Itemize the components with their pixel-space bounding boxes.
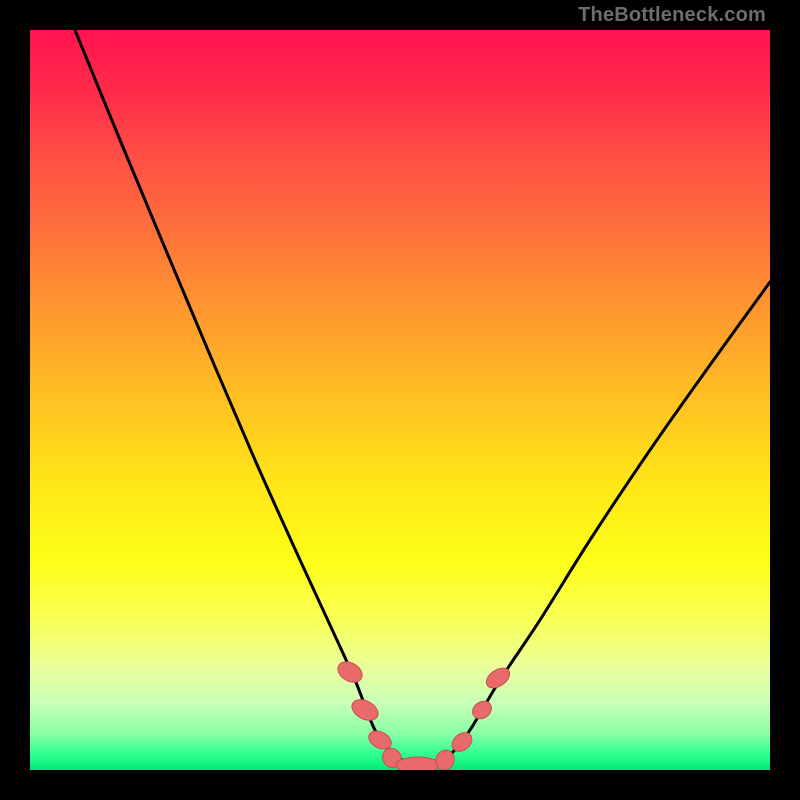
chart-frame: TheBottleneck.com <box>0 0 800 800</box>
watermark-text: TheBottleneck.com <box>578 4 766 27</box>
curve-marker <box>469 698 495 723</box>
curve-markers <box>334 658 513 770</box>
plot-area <box>30 30 770 770</box>
bottleneck-curve <box>75 30 770 766</box>
curve-marker <box>334 658 366 687</box>
bottleneck-curve-svg <box>30 30 770 770</box>
curve-marker <box>396 757 440 770</box>
curve-marker <box>348 695 381 724</box>
